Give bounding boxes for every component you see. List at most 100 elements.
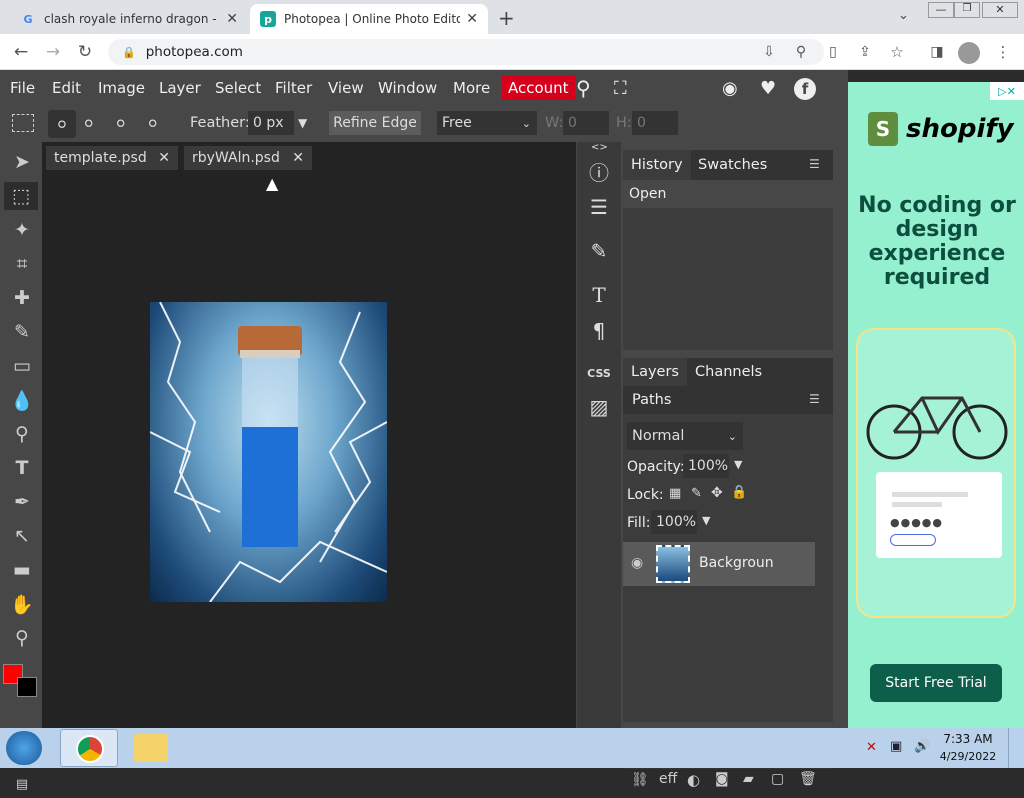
menu-layer[interactable]: Layer [159,76,201,100]
menu-file[interactable]: File [10,76,35,100]
doc-tab-template[interactable]: template.psd ✕ [46,146,178,170]
folder-icon[interactable]: ▰ [743,771,754,787]
height-input[interactable]: 0 [632,111,678,135]
clock-time[interactable]: 7:33 AM [936,732,1000,746]
refine-edge-button[interactable]: Refine Edge [329,111,421,135]
volume-icon[interactable]: 🔊 [914,739,930,754]
marquee-tool-icon[interactable]: ⬚ [4,182,38,210]
new-selection-icon[interactable]: ⚪ [48,110,76,138]
reddit-icon[interactable]: ◉ [722,76,738,100]
pen-tool-icon[interactable]: ✒ [8,488,36,516]
search-icon[interactable]: ⚲ [576,76,591,100]
keyboard-icon[interactable]: ▤ [8,770,36,798]
minimize-icon[interactable]: — [928,2,954,18]
move-tool-icon[interactable]: ➤ [8,148,36,176]
blur-tool-icon[interactable]: 💧 [8,386,36,414]
crop-tool-icon[interactable]: ⌗ [8,250,36,278]
show-desktop-button[interactable] [1008,728,1024,768]
start-button[interactable] [6,731,42,765]
rectangle-tool-icon[interactable]: ▬ [8,556,36,584]
blend-mode-select[interactable]: Normal ⌄ [627,422,743,450]
feather-dropdown-icon[interactable]: ▼ [298,110,307,136]
feather-input[interactable]: 0 px [248,111,294,135]
page-icon[interactable]: ▯ [820,39,846,65]
lock-all-icon[interactable]: 🔒 [731,485,747,500]
layer-effects-icon[interactable]: eff [659,771,677,787]
intersect-selection-icon[interactable]: ⚪ [146,114,159,133]
browser-tab-photopea[interactable]: p Photopea | Online Photo Editor ✕ [250,4,488,34]
forward-icon[interactable]: → [40,39,66,65]
url-field[interactable]: 🔒 photopea.com [108,39,824,65]
menu-window[interactable]: Window [378,76,437,100]
style-select[interactable]: Free ⌄ [437,111,537,135]
install-icon[interactable]: ⇩ [756,39,782,65]
gradient-tool-icon[interactable]: ▭ [8,352,36,380]
path-select-icon[interactable]: ↖ [8,522,36,550]
fill-input[interactable]: 100% [651,510,697,534]
menu-edit[interactable]: Edit [52,76,81,100]
tab-search-icon[interactable]: ⌄ [898,8,909,23]
panel-menu-icon[interactable]: ☰ [809,157,820,171]
brush-settings-icon[interactable]: ✎ [580,234,618,268]
healing-tool-icon[interactable]: ✚ [8,284,36,312]
zoom-tool-icon[interactable]: ⚲ [8,624,36,652]
start-free-trial-button[interactable]: Start Free Trial [870,664,1002,702]
css-icon[interactable]: CSS [580,356,618,390]
lock-move-icon[interactable]: ✥ [711,485,723,501]
history-item[interactable]: Open [623,180,833,208]
hand-tool-icon[interactable]: ✋ [8,590,36,618]
image-panel-icon[interactable]: ▨ [580,390,618,424]
collapse-arrows-icon[interactable]: <> [591,142,608,153]
doc-tab-rbywaln[interactable]: rbyWAln.psd ✕ [184,146,312,170]
window-close-icon[interactable]: ✕ [982,2,1018,18]
fullscreen-icon[interactable]: ⛶ [614,76,627,100]
type-tool-icon[interactable]: T [8,454,36,482]
dodge-tool-icon[interactable]: ⚲ [8,420,36,448]
magic-wand-icon[interactable]: ✦ [8,216,36,244]
close-icon[interactable]: ✕ [292,150,304,166]
document-image[interactable] [150,302,387,602]
file-explorer-icon[interactable] [134,734,168,762]
reload-icon[interactable]: ↻ [72,39,98,65]
info-icon[interactable]: ⓘ [580,154,618,188]
back-icon[interactable]: ← [8,39,34,65]
restore-icon[interactable]: ❐ [954,2,980,18]
share-icon[interactable]: ⇪ [852,39,878,65]
browser-tab-google[interactable]: G clash royale inferno dragon - Go ✕ [10,4,248,34]
add-selection-icon[interactable]: ⚪ [82,114,95,133]
account-button[interactable]: Account [502,76,575,100]
bookmark-star-icon[interactable]: ☆ [884,39,910,65]
network-icon[interactable]: ▣ [890,739,902,754]
side-panel-icon[interactable]: ◨ [924,39,950,65]
panel-menu-icon[interactable]: ☰ [809,392,820,406]
tab-channels[interactable]: Channels [695,358,762,386]
link-layers-icon[interactable]: ⛓ [631,772,649,788]
fill-dropdown-icon[interactable]: ▼ [702,514,710,527]
lock-transparency-icon[interactable]: ▦ [669,486,681,501]
width-input[interactable]: 0 [563,111,609,135]
visibility-eye-icon[interactable]: ◉ [631,555,643,571]
menu-filter[interactable]: Filter [275,76,312,100]
network-warning-icon[interactable]: ✕ [866,740,877,755]
tab-history[interactable]: History [623,150,691,180]
menu-select[interactable]: Select [215,76,261,100]
clock-date[interactable]: 4/29/2022 [936,750,1000,763]
background-color-swatch[interactable] [17,677,37,697]
layer-mask-icon[interactable]: ◙ [715,771,729,787]
opacity-input[interactable]: 100% [683,454,729,478]
new-layer-icon[interactable]: ▢ [771,771,784,787]
layer-row[interactable]: ◉ Backgroun [623,542,815,586]
close-icon[interactable]: ✕ [466,11,478,27]
adjustment-layer-icon[interactable]: ◐ [687,771,700,789]
opacity-dropdown-icon[interactable]: ▼ [734,458,742,471]
trash-icon[interactable]: 🗑 [799,771,817,787]
menu-image[interactable]: Image [98,76,145,100]
zoom-icon[interactable]: ⚲ [788,39,814,65]
tab-swatches[interactable]: Swatches [698,150,767,180]
marquee-option-icon[interactable] [12,114,34,132]
close-icon[interactable]: ✕ [158,150,170,166]
lock-paint-icon[interactable]: ✎ [691,486,702,501]
profile-avatar[interactable] [958,42,980,64]
menu-view[interactable]: View [328,76,364,100]
tab-layers[interactable]: Layers [623,358,687,386]
